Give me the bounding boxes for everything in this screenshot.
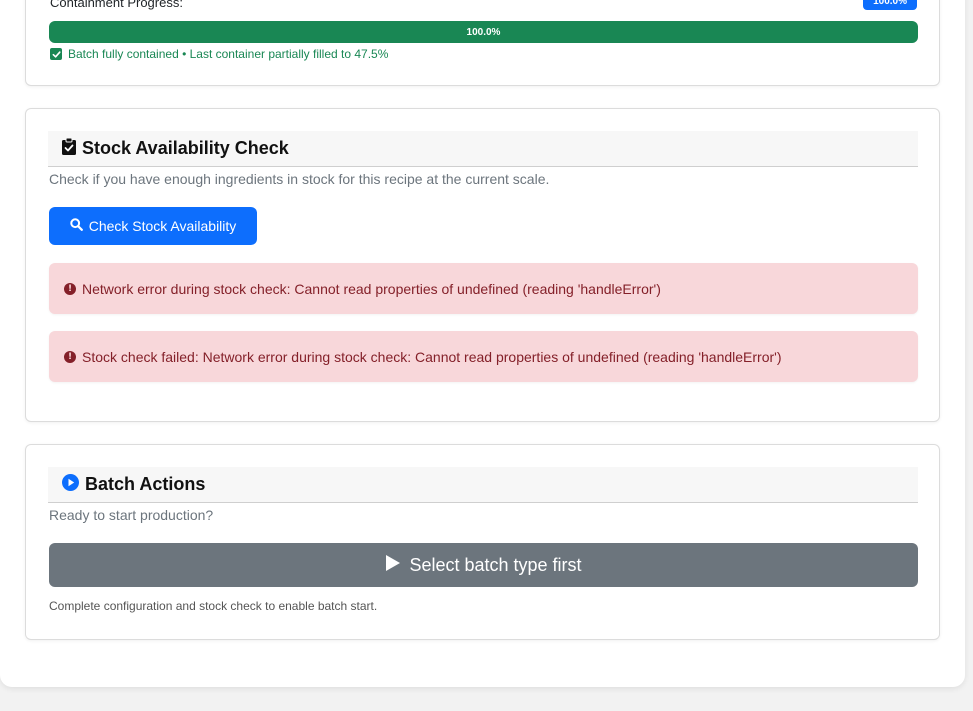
stock-check-description: Check if you have enough ingredients in … xyxy=(49,171,550,187)
error-alert-text: Stock check failed: Network error during… xyxy=(82,348,782,365)
play-icon xyxy=(385,554,401,577)
error-alert: ! Network error during stock check: Cann… xyxy=(49,263,918,314)
check-square-icon xyxy=(50,48,62,60)
batch-start-note: Complete configuration and stock check t… xyxy=(49,599,378,613)
clipboard-check-icon xyxy=(62,137,76,160)
containment-card: Containment Progress: 100.0% 100.0% Batc… xyxy=(25,0,940,86)
containment-progress-badge: 100.0% xyxy=(863,0,917,10)
search-icon xyxy=(70,218,83,234)
batch-actions-title: Batch Actions xyxy=(85,474,206,494)
error-alert: ! Stock check failed: Network error duri… xyxy=(49,331,918,382)
check-stock-button-label: Check Stock Availability xyxy=(88,218,237,234)
containment-progress-fill: 100.0% xyxy=(49,21,918,43)
start-batch-button-label: Select batch type first xyxy=(409,554,582,575)
page-container: Containment Progress: 100.0% 100.0% Batc… xyxy=(0,0,965,687)
play-circle-icon xyxy=(62,473,79,496)
stock-check-title: Stock Availability Check xyxy=(82,138,289,158)
containment-progress-label: Containment Progress: xyxy=(50,0,183,10)
batch-actions-card: Batch Actions Ready to start production?… xyxy=(25,444,940,640)
check-stock-button[interactable]: Check Stock Availability xyxy=(49,207,257,245)
containment-status-text: Batch fully contained • Last container p… xyxy=(68,47,389,61)
stock-check-card: Stock Availability Check Check if you ha… xyxy=(25,108,940,422)
error-alert-text: Network error during stock check: Cannot… xyxy=(82,280,661,297)
stock-check-header: Stock Availability Check xyxy=(48,131,918,167)
containment-status: Batch fully contained • Last container p… xyxy=(50,47,388,61)
start-batch-button[interactable]: Select batch type first xyxy=(49,543,918,587)
batch-actions-description: Ready to start production? xyxy=(49,507,214,523)
exclamation-circle-icon: ! xyxy=(64,282,76,295)
exclamation-circle-icon: ! xyxy=(64,350,76,363)
batch-actions-header: Batch Actions xyxy=(48,467,918,503)
containment-progress-bar: 100.0% xyxy=(49,21,918,43)
